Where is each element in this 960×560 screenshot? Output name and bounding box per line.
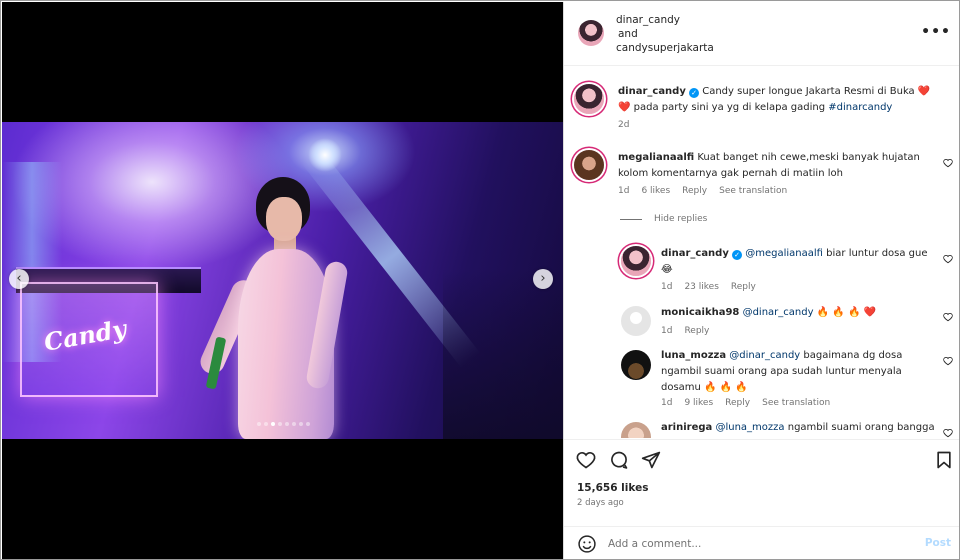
fire-emoji: 🔥 🔥 🔥	[704, 382, 748, 393]
post-comment-button[interactable]: Post	[925, 537, 951, 549]
collaborator-username[interactable]: candysuperjakarta	[616, 41, 714, 55]
likes-count[interactable]: 15,656 likes	[577, 482, 648, 494]
caption-avatar[interactable]	[574, 84, 604, 114]
carousel-indicator	[257, 422, 310, 426]
chevron-right-icon: ›	[540, 271, 546, 286]
carousel-prev-button[interactable]: ‹	[9, 269, 29, 289]
author-avatar[interactable]	[578, 20, 604, 46]
carousel-dot	[292, 422, 296, 426]
default-avatar-icon[interactable]	[621, 306, 651, 336]
hashtag-link[interactable]: #dinarcandy	[828, 102, 892, 113]
caption-username[interactable]: dinar_candy	[618, 86, 686, 97]
bookmark-icon[interactable]	[934, 450, 954, 470]
post-header: dinar_candy and candysuperjakarta •••	[564, 2, 959, 66]
carousel-dot	[278, 422, 282, 426]
share-icon[interactable]	[641, 450, 661, 470]
stage-light	[308, 138, 342, 172]
reply-meta: 1d 23 likes Reply	[661, 282, 756, 292]
caption-time[interactable]: 2d	[618, 120, 629, 130]
comment-text: megalianaalfi Kuat banget nih cewe,meski…	[618, 152, 920, 179]
add-comment-bar: Post	[564, 526, 959, 559]
performer	[196, 177, 349, 439]
reply-text: luna_mozza @dinar_candy bagaimana dg dos…	[661, 350, 903, 393]
more-options-button[interactable]: •••	[921, 24, 951, 40]
reply-text: monicaikha98 @dinar_candy 🔥 🔥 🔥 ❤️	[661, 307, 877, 318]
carousel-dot	[306, 422, 310, 426]
more-options-icon: •••	[921, 24, 951, 40]
reply-text: arinirega @luna_mozza ngambil suami oran…	[661, 422, 935, 433]
post-time[interactable]: 2 days ago	[577, 498, 624, 508]
comment-like-icon[interactable]	[943, 428, 953, 438]
post-side-panel: dinar_candy and candysuperjakarta ••• di…	[563, 2, 959, 559]
comment-like-icon[interactable]	[943, 312, 953, 322]
comment-like-icon[interactable]	[943, 254, 953, 264]
emoji-icon[interactable]	[577, 534, 597, 554]
caption-meta: 2d	[618, 120, 629, 130]
comments-section[interactable]: dinar_candy ✓ Candy super longue Jakarta…	[564, 68, 959, 438]
hide-replies-button[interactable]: Hide replies	[620, 214, 707, 224]
comment-icon[interactable]	[609, 450, 629, 470]
carousel-dot	[271, 422, 275, 426]
reply-avatar[interactable]	[621, 246, 651, 276]
carousel-next-button[interactable]: ›	[533, 269, 553, 289]
reply-meta: 1d 9 likes Reply See translation	[661, 398, 831, 408]
chevron-left-icon: ‹	[16, 271, 22, 286]
commenter-avatar[interactable]	[574, 150, 604, 180]
comment-like-icon[interactable]	[943, 356, 953, 366]
comment-meta: 1d 6 likes Reply See translation	[618, 186, 788, 196]
carousel-dot	[257, 422, 261, 426]
and-label: and	[618, 28, 638, 40]
comment-like-icon[interactable]	[943, 158, 953, 168]
crowd-silhouette	[443, 269, 563, 439]
reply-avatar[interactable]	[621, 350, 651, 380]
reply-avatar[interactable]	[621, 422, 651, 438]
comment-input[interactable]	[608, 535, 908, 553]
verified-badge-icon: ✓	[732, 250, 743, 260]
carousel-dot	[285, 422, 289, 426]
verified-badge-icon: ✓	[689, 88, 700, 98]
carousel-dot	[299, 422, 303, 426]
reply-meta: 1d Reply	[661, 326, 710, 336]
author-names: dinar_candy and candysuperjakarta	[616, 13, 714, 55]
comment-username[interactable]: megalianaalfi	[618, 152, 694, 163]
post-actions: 15,656 likes 2 days ago	[564, 439, 959, 529]
caption-text: dinar_candy ✓ Candy super longue Jakarta…	[618, 86, 931, 113]
media-panel: Candy ‹ ›	[2, 2, 563, 559]
fire-emoji: 🔥 🔥 🔥 ❤️	[816, 307, 877, 318]
post-photo: Candy	[2, 122, 563, 439]
author-username[interactable]: dinar_candy	[616, 13, 714, 27]
reply-text: dinar_candy ✓ @megalianaalfi biar luntur…	[661, 248, 928, 275]
carousel-dot	[264, 422, 268, 426]
laugh-emoji: 😂	[661, 264, 673, 275]
heart-icon[interactable]	[576, 450, 596, 470]
instagram-post-window: Candy ‹ › dinar_candy and candysuperjaka…	[0, 0, 960, 560]
